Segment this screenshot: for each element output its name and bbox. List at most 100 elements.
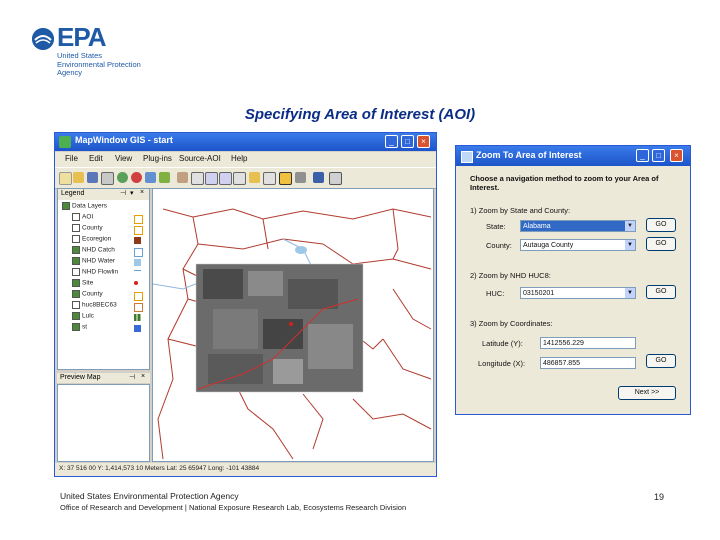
table-icon[interactable] <box>329 172 342 185</box>
checkbox[interactable] <box>72 257 80 265</box>
legend-group-data-layers[interactable]: Data Layers <box>62 202 107 213</box>
checkbox[interactable] <box>72 301 80 309</box>
layer-row[interactable]: st <box>72 323 87 334</box>
identify-icon[interactable] <box>263 172 276 185</box>
globe-icon[interactable] <box>159 172 170 183</box>
new-icon[interactable] <box>59 172 72 185</box>
menu-plugins[interactable]: Plug-ins <box>143 154 172 163</box>
menu-edit[interactable]: Edit <box>89 154 103 163</box>
layer-label: AOI <box>82 213 94 221</box>
measure-icon[interactable] <box>295 172 306 183</box>
layer-row[interactable]: NHD Water <box>72 257 115 268</box>
aoi-zoom-icon[interactable] <box>279 172 292 185</box>
maximize-icon[interactable]: □ <box>652 149 665 162</box>
zoom-layer-icon[interactable] <box>249 172 260 183</box>
county-dropdown[interactable]: Autauga County ▼ <box>520 239 636 251</box>
checkbox[interactable] <box>72 213 80 221</box>
open-folder-icon[interactable] <box>73 172 84 183</box>
layer-swatch <box>134 237 141 244</box>
menu-view[interactable]: View <box>115 154 132 163</box>
go-coordinates-button[interactable]: GO <box>646 354 676 368</box>
dialog-titlebar[interactable]: Zoom To Area of Interest _ □ × <box>456 146 690 166</box>
huc-dropdown[interactable]: 03150201 ▼ <box>520 287 636 299</box>
layer-row[interactable]: huc8BEC63 <box>72 301 117 312</box>
dialog-title: Zoom To Area of Interest <box>476 150 582 160</box>
go-huc-button[interactable]: GO <box>646 285 676 299</box>
dropdown-icon[interactable]: ▾ <box>130 189 134 197</box>
close-icon[interactable]: × <box>670 149 683 162</box>
zoom-out-icon[interactable] <box>219 172 232 185</box>
layer-label: County <box>82 290 103 298</box>
checkbox[interactable] <box>72 290 80 298</box>
save-icon[interactable] <box>87 172 98 183</box>
chevron-down-icon[interactable]: ▼ <box>625 288 635 298</box>
legend-header: Legend ⊣ ▾ × <box>58 189 149 200</box>
layer-row[interactable]: NHD Catch <box>72 246 115 257</box>
latitude-input[interactable]: 1412556.229 <box>540 337 636 349</box>
dialog-icon <box>461 151 473 163</box>
checkbox[interactable] <box>72 235 80 243</box>
layer-label: huc8BEC63 <box>82 301 117 309</box>
slide-title: Specifying Area of Interest (AOI) <box>244 106 476 123</box>
checkbox[interactable] <box>72 268 80 276</box>
map-canvas[interactable] <box>152 188 434 462</box>
layer-label: Data Layers <box>72 202 108 210</box>
satellite-raster <box>196 264 363 392</box>
minimize-icon[interactable]: _ <box>636 149 649 162</box>
checkbox[interactable] <box>72 279 80 287</box>
minimize-icon[interactable]: _ <box>385 135 398 148</box>
section-state-county: 1) Zoom by State and County: <box>470 206 571 215</box>
pin-icon[interactable]: ⊣ <box>129 373 135 381</box>
go-state-button[interactable]: GO <box>646 218 676 232</box>
chevron-down-icon[interactable]: ▼ <box>625 240 635 250</box>
menu-file[interactable]: File <box>65 154 78 163</box>
checkbox[interactable] <box>72 224 80 232</box>
checkbox[interactable] <box>72 312 80 320</box>
checkbox[interactable] <box>62 202 70 210</box>
close-legend-icon[interactable]: × <box>140 189 144 196</box>
layer-swatch <box>134 226 143 235</box>
go-county-button[interactable]: GO <box>646 237 676 251</box>
epa-logo-subtitle: United States Environmental Protection A… <box>57 51 141 77</box>
menu-source-aoi[interactable]: Source-AOI <box>179 154 221 163</box>
layer-row[interactable]: NHD Flowlin <box>72 268 118 279</box>
zoom-extent-icon[interactable] <box>233 172 246 185</box>
checkbox[interactable] <box>72 323 80 331</box>
maximize-icon[interactable]: □ <box>401 135 414 148</box>
pin-icon[interactable]: ⊣ <box>120 189 126 197</box>
info-icon[interactable] <box>313 172 324 183</box>
pan-hand-icon[interactable] <box>177 172 188 183</box>
zoom-in-icon[interactable] <box>205 172 218 185</box>
layer-row[interactable]: County <box>72 290 103 301</box>
print-icon[interactable] <box>101 172 114 185</box>
mapwindow-titlebar[interactable]: MapWindow GIS - start _ □ × <box>55 133 436 151</box>
close-icon[interactable]: × <box>141 373 145 380</box>
layer-row[interactable]: AOI <box>72 213 93 224</box>
longitude-input[interactable]: 486857.855 <box>540 357 636 369</box>
section-coordinates: 3) Zoom by Coordinates: <box>470 319 553 328</box>
layer-row[interactable]: Ecoregion <box>72 235 111 246</box>
huc-label: HUC: <box>486 289 505 298</box>
remove-layer-icon[interactable] <box>131 172 142 183</box>
state-dropdown[interactable]: Alabama ▼ <box>520 220 636 232</box>
next-button[interactable]: Next >> <box>618 386 676 400</box>
layer-row[interactable]: Site <box>72 279 93 290</box>
lake <box>295 246 307 254</box>
layer-row[interactable]: Lulc <box>72 312 94 323</box>
layer-label: st <box>82 323 88 331</box>
menu-help[interactable]: Help <box>231 154 247 163</box>
layers-icon[interactable] <box>145 172 156 183</box>
footer-office: Office of Research and Development | Nat… <box>60 503 407 512</box>
chevron-down-icon[interactable]: ▼ <box>625 221 635 231</box>
layer-row[interactable]: County <box>72 224 103 235</box>
dialog-instruction: Choose a navigation method to zoom to yo… <box>470 174 659 192</box>
preview-map-pane[interactable] <box>57 384 150 462</box>
checkbox[interactable] <box>72 246 80 254</box>
layer-label: NHD Catch <box>82 246 115 254</box>
footer-organization: United States Environmental Protection A… <box>60 491 239 501</box>
close-icon[interactable]: × <box>417 135 430 148</box>
add-layer-icon[interactable] <box>117 172 128 183</box>
layer-label: Ecoregion <box>82 235 112 243</box>
select-icon[interactable] <box>191 172 204 185</box>
page-number: 19 <box>654 492 665 502</box>
